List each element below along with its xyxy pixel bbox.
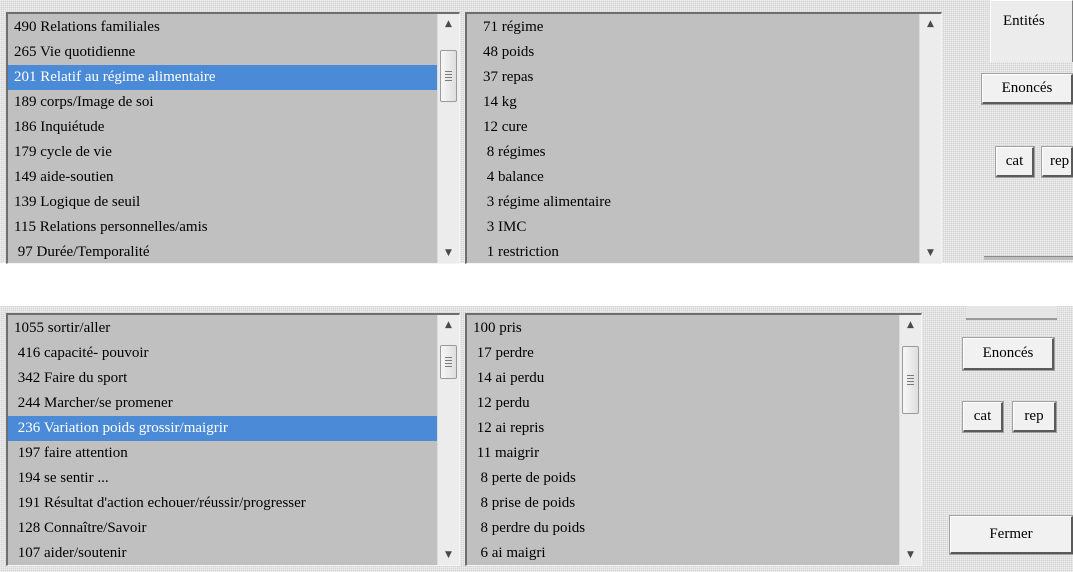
scroll-down-icon[interactable]: ▼ xyxy=(438,243,459,263)
top-enonces-button[interactable]: Enoncés xyxy=(982,74,1073,104)
list-item[interactable]: 6 ai maigri xyxy=(467,541,899,565)
list-item[interactable]: 14 ai perdu xyxy=(467,366,899,391)
bottom-term-list[interactable]: 100 pris 17 perdre 14 ai perdu 12 perdu … xyxy=(465,313,922,566)
list-item[interactable]: 189 corps/Image de soi xyxy=(8,90,437,115)
list-item[interactable]: 12 cure xyxy=(477,115,919,140)
list-item[interactable]: 8 perdre du poids xyxy=(467,516,899,541)
top-cat-button[interactable]: cat xyxy=(996,147,1034,177)
list-item[interactable]: 100 pris xyxy=(467,316,899,341)
top-divider xyxy=(984,256,1073,260)
list-item[interactable]: 1 restriction xyxy=(477,240,919,263)
list-item[interactable]: 8 régimes xyxy=(477,140,919,165)
list-item[interactable]: 342 Faire du sport xyxy=(8,366,437,391)
list-item[interactable]: 107 aider/soutenir xyxy=(8,541,437,565)
scroll-down-icon[interactable]: ▼ xyxy=(920,243,941,263)
list-item[interactable]: 37 repas xyxy=(477,65,919,90)
list-item[interactable]: 8 perte de poids xyxy=(467,466,899,491)
list-item[interactable]: 97 Durée/Temporalité xyxy=(8,240,437,263)
list-item[interactable]: 201 Relatif au régime alimentaire xyxy=(8,65,437,90)
bottom-header-bar xyxy=(966,306,1057,320)
bottom-enonces-button[interactable]: Enoncés xyxy=(963,338,1054,370)
top-category-list[interactable]: 490 Relations familiales 265 Vie quotidie… xyxy=(6,12,460,264)
top-category-scrollbar[interactable]: ▲ ▼ xyxy=(437,14,459,263)
top-term-list[interactable]: 71 régime 48 poids 37 repas 14 kg 12 cure 8 … xyxy=(465,12,942,264)
list-item[interactable]: 194 se sentir ... xyxy=(8,466,437,491)
top-rep-button[interactable]: rep xyxy=(1042,147,1073,177)
list-item[interactable]: 12 perdu xyxy=(467,391,899,416)
scroll-up-icon[interactable]: ▲ xyxy=(900,315,921,335)
list-item[interactable]: 416 capacité- pouvoir xyxy=(8,341,437,366)
list-item[interactable]: 71 régime xyxy=(477,15,919,40)
top-term-scrollbar[interactable]: ▲ ▼ xyxy=(919,14,941,263)
scroll-thumb[interactable] xyxy=(902,346,919,414)
bottom-rep-button[interactable]: rep xyxy=(1013,402,1056,432)
scroll-up-icon[interactable]: ▲ xyxy=(920,14,941,34)
list-item[interactable]: 265 Vie quotidienne xyxy=(8,40,437,65)
list-item[interactable]: 17 perdre xyxy=(467,341,899,366)
list-item[interactable]: 3 IMC xyxy=(477,215,919,240)
bottom-category-scrollbar[interactable]: ▲ ▼ xyxy=(437,315,459,565)
scroll-down-icon[interactable]: ▼ xyxy=(438,545,459,565)
list-item[interactable]: 1055 sortir/aller xyxy=(8,316,437,341)
scroll-down-icon[interactable]: ▼ xyxy=(900,545,921,565)
list-item[interactable]: 186 Inquiétude xyxy=(8,115,437,140)
bottom-term-scrollbar[interactable]: ▲ ▼ xyxy=(899,315,921,565)
list-item[interactable]: 490 Relations familiales xyxy=(8,15,437,40)
scroll-thumb[interactable] xyxy=(440,50,457,102)
list-item[interactable]: 197 faire attention xyxy=(8,441,437,466)
tab-entites[interactable]: Entités xyxy=(990,0,1073,62)
list-item[interactable]: 48 poids xyxy=(477,40,919,65)
list-item[interactable]: 4 balance xyxy=(477,165,919,190)
scroll-up-icon[interactable]: ▲ xyxy=(438,315,459,335)
scroll-thumb[interactable] xyxy=(440,345,457,379)
list-item[interactable]: 115 Relations personnelles/amis xyxy=(8,215,437,240)
list-item[interactable]: 14 kg xyxy=(477,90,919,115)
list-item[interactable]: 149 aide-soutien xyxy=(8,165,437,190)
list-item[interactable]: 12 ai repris xyxy=(467,416,899,441)
list-item[interactable]: 191 Résultat d'action echouer/réussir/pr… xyxy=(8,491,437,516)
list-item[interactable]: 128 Connaître/Savoir xyxy=(8,516,437,541)
bottom-category-list[interactable]: 1055 sortir/aller 416 capacité- pouvoir … xyxy=(6,313,460,566)
list-item[interactable]: 179 cycle de vie xyxy=(8,140,437,165)
list-item[interactable]: 244 Marcher/se promener xyxy=(8,391,437,416)
list-item[interactable]: 3 régime alimentaire xyxy=(477,190,919,215)
scroll-up-icon[interactable]: ▲ xyxy=(438,14,459,34)
bottom-cat-button[interactable]: cat xyxy=(963,402,1003,432)
list-item[interactable]: 8 prise de poids xyxy=(467,491,899,516)
list-item[interactable]: 139 Logique de seuil xyxy=(8,190,437,215)
list-item[interactable]: 11 maigrir xyxy=(467,441,899,466)
fermer-button[interactable]: Fermer xyxy=(950,516,1073,554)
list-item[interactable]: 236 Variation poids grossir/maigrir xyxy=(8,416,437,441)
